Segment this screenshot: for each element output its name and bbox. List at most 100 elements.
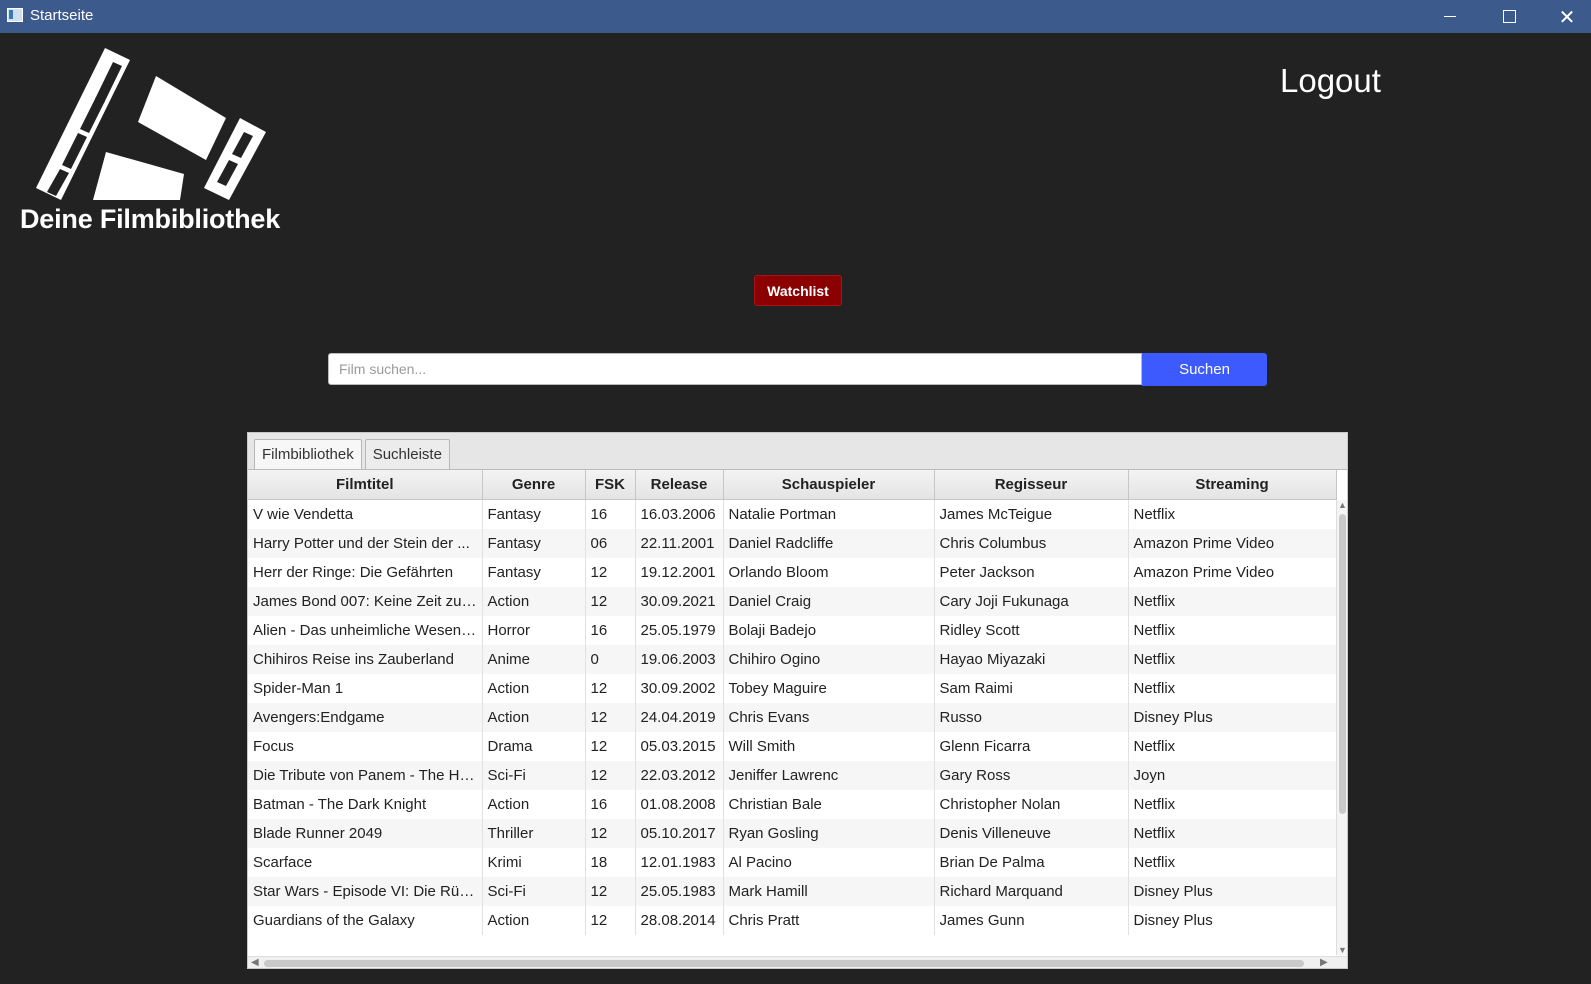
table-cell: Chihiro Ogino [723, 645, 935, 674]
table-cell: Natalie Portman [723, 499, 935, 529]
table-cell: Glenn Ficarra [934, 732, 1129, 761]
table-row[interactable]: Spider-Man 1 Action 12 30.09.2002 Tobey Magu… [248, 674, 1337, 703]
horizontal-scrollbar[interactable]: ◀ ▶ [248, 956, 1347, 968]
logo-text: Deine Filmbibliothek [20, 204, 281, 234]
table-row[interactable]: V wie Vendetta Fantasy 16 16.03.2006 Natalie… [248, 499, 1337, 529]
column-header[interactable]: Release [635, 470, 724, 500]
table-row[interactable]: Focus Drama 12 05.03.2015 Will Smith Glenn Fi… [248, 732, 1337, 761]
column-header[interactable]: Schauspieler [723, 470, 935, 500]
table-cell: Bolaji Badejo [723, 616, 935, 645]
tab-filmbibliothek[interactable]: Filmbibliothek [254, 439, 362, 469]
logout-link[interactable]: Logout [1280, 62, 1381, 100]
column-header[interactable]: FSK [585, 470, 636, 500]
table-cell: Tobey Maguire [723, 674, 935, 703]
table-cell: 19.12.2001 [635, 558, 724, 587]
table-row[interactable]: Scarface Krimi 18 12.01.1983 Al Pacino Brian … [248, 848, 1337, 877]
table-cell: Christian Bale [723, 790, 935, 819]
table-cell: Richard Marquand [934, 877, 1129, 906]
table-cell: Fantasy [482, 558, 586, 587]
table-cell: Guardians of the Galaxy [248, 906, 483, 935]
table-cell: 05.03.2015 [635, 732, 724, 761]
table-cell: Joyn [1128, 761, 1337, 790]
table-cell: Peter Jackson [934, 558, 1129, 587]
table-cell: 12 [585, 732, 636, 761]
table-cell: Disney Plus [1128, 703, 1337, 732]
horizontal-scroll-thumb[interactable] [264, 960, 1304, 967]
table-cell: Al Pacino [723, 848, 935, 877]
table-cell: Spider-Man 1 [248, 674, 483, 703]
table-row[interactable]: Avengers:Endgame Action 12 24.04.2019 Chris … [248, 703, 1337, 732]
table-cell: Anime [482, 645, 586, 674]
table-cell: 05.10.2017 [635, 819, 724, 848]
table-cell: Netflix [1128, 645, 1337, 674]
table-cell: 16.03.2006 [635, 499, 724, 529]
table-cell: 16 [585, 499, 636, 529]
table-cell: Star Wars - Episode VI: Die Rück... [248, 877, 483, 906]
table-cell: Denis Villeneuve [934, 819, 1129, 848]
table-cell: James McTeigue [934, 499, 1129, 529]
table-cell: Scarface [248, 848, 483, 877]
table-cell: 12 [585, 761, 636, 790]
table-row[interactable]: Blade Runner 2049 Thriller 12 05.10.2017 Rya… [248, 819, 1337, 848]
window-title: Startseite [30, 7, 94, 24]
tab-suchleiste[interactable]: Suchleiste [364, 439, 450, 469]
window-titlebar: Startseite ✕ [0, 0, 1591, 33]
column-header[interactable]: Filmtitel [248, 470, 483, 500]
table-cell: Amazon Prime Video [1128, 529, 1337, 558]
table-cell: 12 [585, 906, 636, 935]
column-header[interactable]: Genre [482, 470, 586, 500]
table-cell: Sci-Fi [482, 877, 586, 906]
table-cell: Hayao Miyazaki [934, 645, 1129, 674]
table-cell: Netflix [1128, 587, 1337, 616]
table-cell: 24.04.2019 [635, 703, 724, 732]
table-cell: Action [482, 587, 586, 616]
table-cell: Netflix [1128, 732, 1337, 761]
table-cell: Fantasy [482, 529, 586, 558]
table-row[interactable]: Herr der Ringe: Die Gefährten Fantasy 12 19… [248, 558, 1337, 587]
table-row[interactable]: Batman - The Dark Knight Action 16 01.08.20… [248, 790, 1337, 819]
vertical-scrollbar[interactable]: ▲ ▼ [1336, 500, 1347, 955]
scroll-up-icon[interactable]: ▲ [1338, 500, 1347, 510]
tab-pane: Filmbibliothek Suchleiste Filmtitel Genre… [247, 432, 1348, 969]
table-cell: Chris Pratt [723, 906, 935, 935]
film-table: Filmtitel Genre FSK Release Schauspieler Regi… [248, 469, 1347, 968]
table-cell: James Gunn [934, 906, 1129, 935]
search-input[interactable] [328, 353, 1142, 385]
table-cell: 06 [585, 529, 636, 558]
minimize-icon[interactable] [1421, 0, 1479, 33]
vertical-scroll-thumb[interactable] [1339, 514, 1346, 814]
table-cell: Focus [248, 732, 483, 761]
table-cell: Netflix [1128, 790, 1337, 819]
tab-bar: Filmbibliothek Suchleiste [254, 439, 450, 469]
table-header-row: Filmtitel Genre FSK Release Schauspieler Regi… [248, 470, 1337, 500]
table-cell: 22.11.2001 [635, 529, 724, 558]
table-cell: Chihiros Reise ins Zauberland [248, 645, 483, 674]
table-row[interactable]: Harry Potter und der Stein der ... Fantas… [248, 529, 1337, 558]
app-window-icon [7, 8, 23, 22]
table-row[interactable]: Star Wars - Episode VI: Die Rück... Sci-F… [248, 877, 1337, 906]
table-row[interactable]: James Bond 007: Keine Zeit zu s... Action… [248, 587, 1337, 616]
table-cell: Russo [934, 703, 1129, 732]
table-row[interactable]: Guardians of the Galaxy Action 12 28.08.201… [248, 906, 1337, 935]
scroll-right-icon[interactable]: ▶ [1320, 957, 1328, 968]
close-icon[interactable]: ✕ [1538, 0, 1591, 33]
table-cell: 18 [585, 848, 636, 877]
scroll-down-icon[interactable]: ▼ [1338, 945, 1347, 955]
table-cell: 12.01.1983 [635, 848, 724, 877]
search-button[interactable]: Suchen [1142, 353, 1267, 386]
table-cell: Fantasy [482, 499, 586, 529]
table-row[interactable]: Chihiros Reise ins Zauberland Anime 0 19.06… [248, 645, 1337, 674]
table-cell: Action [482, 906, 586, 935]
maximize-icon[interactable] [1480, 0, 1538, 33]
watchlist-button[interactable]: Watchlist [754, 275, 842, 306]
table-cell: James Bond 007: Keine Zeit zu s... [248, 587, 483, 616]
table-cell: 12 [585, 703, 636, 732]
table-cell: Ridley Scott [934, 616, 1129, 645]
column-header[interactable]: Streaming [1128, 470, 1337, 500]
table-row[interactable]: Alien - Das unheimliche Wesen ... Horror 1… [248, 616, 1337, 645]
column-header[interactable]: Regisseur [934, 470, 1129, 500]
table-cell: Alien - Das unheimliche Wesen ... [248, 616, 483, 645]
scroll-left-icon[interactable]: ◀ [251, 957, 259, 968]
table-row[interactable]: Die Tribute von Panem - The Hu... Sci-Fi 1… [248, 761, 1337, 790]
table-cell: Mark Hamill [723, 877, 935, 906]
